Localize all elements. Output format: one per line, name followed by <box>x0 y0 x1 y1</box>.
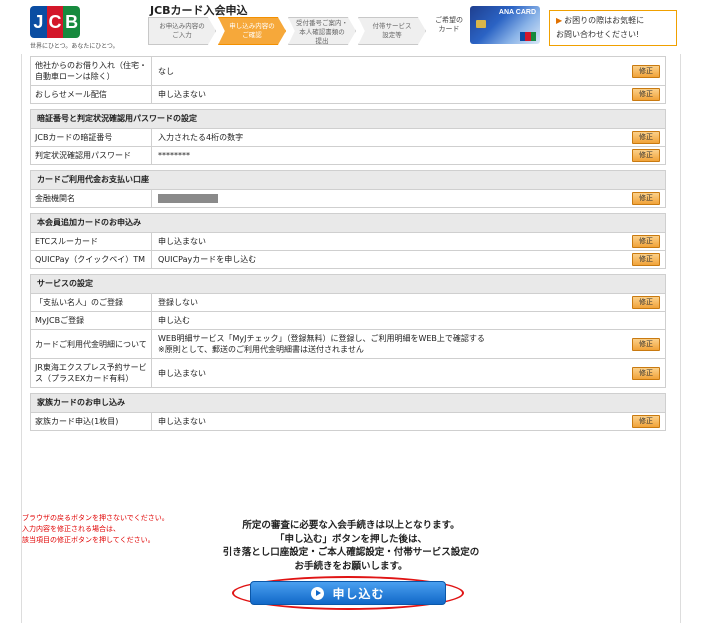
row-value: ******** <box>151 147 627 164</box>
play-icon <box>311 586 325 600</box>
edit-button[interactable]: 修正 <box>632 296 660 309</box>
row-value: WEB明細サービス「MyJチェック」（登録無料）に登録し、ご利用明細をWEB上で… <box>151 330 627 358</box>
table-row: QUICPay（クイックペイ）TM QUICPayカードを申し込む 修正 <box>30 251 666 269</box>
logo-tagline: 世界にひとつ。あなたにひとつ。 <box>30 43 119 50</box>
table-row: JCBカードの暗証番号 入力されたる4桁の数字 修正 <box>30 129 666 147</box>
section-header-payment: カードご利用代金お支払い口座 <box>30 170 666 190</box>
row-label: 他社からのお借り入れ（住宅・自動車ローンは除く） <box>35 61 147 81</box>
row-label: QUICPay（クイックペイ）TM <box>35 255 145 264</box>
edit-button[interactable]: 修正 <box>632 253 660 266</box>
logo-letter-c: C <box>46 6 64 38</box>
edit-button[interactable]: 修正 <box>632 337 660 351</box>
page-title: JCBカード入会申込 <box>150 4 248 17</box>
jcb-logo-mark: J C B <box>30 6 80 38</box>
table-row: 家族カード申込(1枚目) 申し込まない 修正 <box>30 413 666 431</box>
edit-button[interactable]: 修正 <box>632 88 660 101</box>
table-row: カードご利用代金明細について WEB明細サービス「MyJチェック」（登録無料）に… <box>30 330 666 359</box>
submit-button[interactable]: 申し込む <box>250 581 446 605</box>
edit-button[interactable]: 修正 <box>632 149 660 162</box>
row-value: なし <box>151 57 627 85</box>
row-label: 家族カード申込(1枚目) <box>35 417 119 426</box>
edit-button[interactable]: 修正 <box>632 64 660 78</box>
step-4: 付帯サービス 設定等 <box>358 17 426 45</box>
row-value: 申し込まない <box>151 413 627 430</box>
row-label: JR東海エクスプレス予約サービス（プラスEXカード有料） <box>35 363 147 383</box>
warning-notes: ブラウザの戻るボタンを押さないでください。 入力内容を修正される場合は、 該当項… <box>22 513 169 546</box>
warning-note: 入力内容を修正される場合は、 <box>22 525 120 533</box>
help-contact-banner[interactable]: ▶ お困りの際はお気軽に お問い合わせください! <box>549 10 677 46</box>
row-value: 申し込む <box>151 312 627 329</box>
row-label: 金融機関名 <box>35 194 75 203</box>
card-label: ご希望の カード <box>435 16 463 33</box>
row-value: 申し込まない <box>151 233 627 250</box>
table-row: 「支払い名人」のご登録 登録しない 修正 <box>30 294 666 312</box>
warning-note: 該当項目の修正ボタンを押してください。 <box>22 536 155 544</box>
edit-button[interactable]: 修正 <box>632 366 660 380</box>
card-image: ANA CARD <box>470 6 540 44</box>
submit-area: 申し込む <box>232 576 464 610</box>
row-value: 申し込まない <box>151 359 627 387</box>
card-jcb-icon <box>520 32 536 41</box>
table-row: 他社からのお借り入れ（住宅・自動車ローンは除く） なし 修正 <box>30 56 666 86</box>
table-row: 判定状況確認用パスワード ******** 修正 <box>30 147 666 165</box>
row-label: MyJCBご登録 <box>35 316 85 325</box>
row-label: 判定状況確認用パスワード <box>35 151 131 160</box>
edit-button[interactable]: 修正 <box>632 415 660 428</box>
page: J C B 世界にひとつ。あなたにひとつ。 JCBカード入会申込 お申込み内容の… <box>0 0 703 623</box>
row-value: QUICPayカードを申し込む <box>151 251 627 268</box>
arrow-icon: ▶ <box>556 16 563 25</box>
row-value <box>151 190 627 207</box>
table-row: 金融機関名 修正 <box>30 190 666 208</box>
edit-button[interactable]: 修正 <box>632 192 660 205</box>
jcb-logo: J C B 世界にひとつ。あなたにひとつ。 <box>30 6 150 50</box>
edit-button[interactable]: 修正 <box>632 235 660 248</box>
table-row: ETCスルーカード 申し込まない 修正 <box>30 233 666 251</box>
card-brand: ANA CARD <box>498 9 536 16</box>
row-label: 「支払い名人」のご登録 <box>35 298 123 307</box>
card-chip-icon <box>476 20 486 28</box>
header: J C B 世界にひとつ。あなたにひとつ。 JCBカード入会申込 お申込み内容の… <box>0 0 703 54</box>
row-label: カードご利用代金明細について <box>35 339 147 349</box>
section-header-services: サービスの設定 <box>30 274 666 294</box>
table-row: MyJCBご登録 申し込む <box>30 312 666 330</box>
table-row: JR東海エクスプレス予約サービス（プラスEXカード有料） 申し込まない 修正 <box>30 359 666 388</box>
confirm-message: 所定の審査に必要な入会手続きは以上となります。 「申し込む」ボタンを押した後は、… <box>222 520 480 572</box>
row-label: おしらせメール配信 <box>35 90 107 99</box>
step-3: 受付番号ご案内・ 本人確認書類の 提出 <box>288 17 356 45</box>
row-label: JCBカードの暗証番号 <box>35 133 113 142</box>
row-value: 申し込まない <box>151 86 627 103</box>
row-value: 登録しない <box>151 294 627 311</box>
row-label: ETCスルーカード <box>35 237 99 246</box>
warning-note: ブラウザの戻るボタンを押さないでください。 <box>22 514 169 522</box>
progress-steps: お申込み内容の ご入力 申し込み内容の ご確認 受付番号ご案内・ 本人確認書類の… <box>148 17 428 45</box>
step-2-current: 申し込み内容の ご確認 <box>218 17 286 45</box>
section-header-password: 暗証番号と判定状況確認用パスワードの設定 <box>30 109 666 129</box>
section-header-family-card: 家族カードのお申し込み <box>30 393 666 413</box>
edit-button[interactable]: 修正 <box>632 131 660 144</box>
logo-letter-j: J <box>30 6 47 38</box>
section-header-additional-cards: 本会員追加カードのお申込み <box>30 213 666 233</box>
confirm-table: 他社からのお借り入れ（住宅・自動車ローンは除く） なし 修正 おしらせメール配信… <box>30 56 666 431</box>
masked-value <box>158 194 218 203</box>
step-1: お申込み内容の ご入力 <box>148 17 216 45</box>
submit-label: 申し込む <box>332 586 385 601</box>
logo-letter-b: B <box>63 6 80 38</box>
table-row: おしらせメール配信 申し込まない 修正 <box>30 86 666 104</box>
row-value: 入力されたる4桁の数字 <box>151 129 627 146</box>
